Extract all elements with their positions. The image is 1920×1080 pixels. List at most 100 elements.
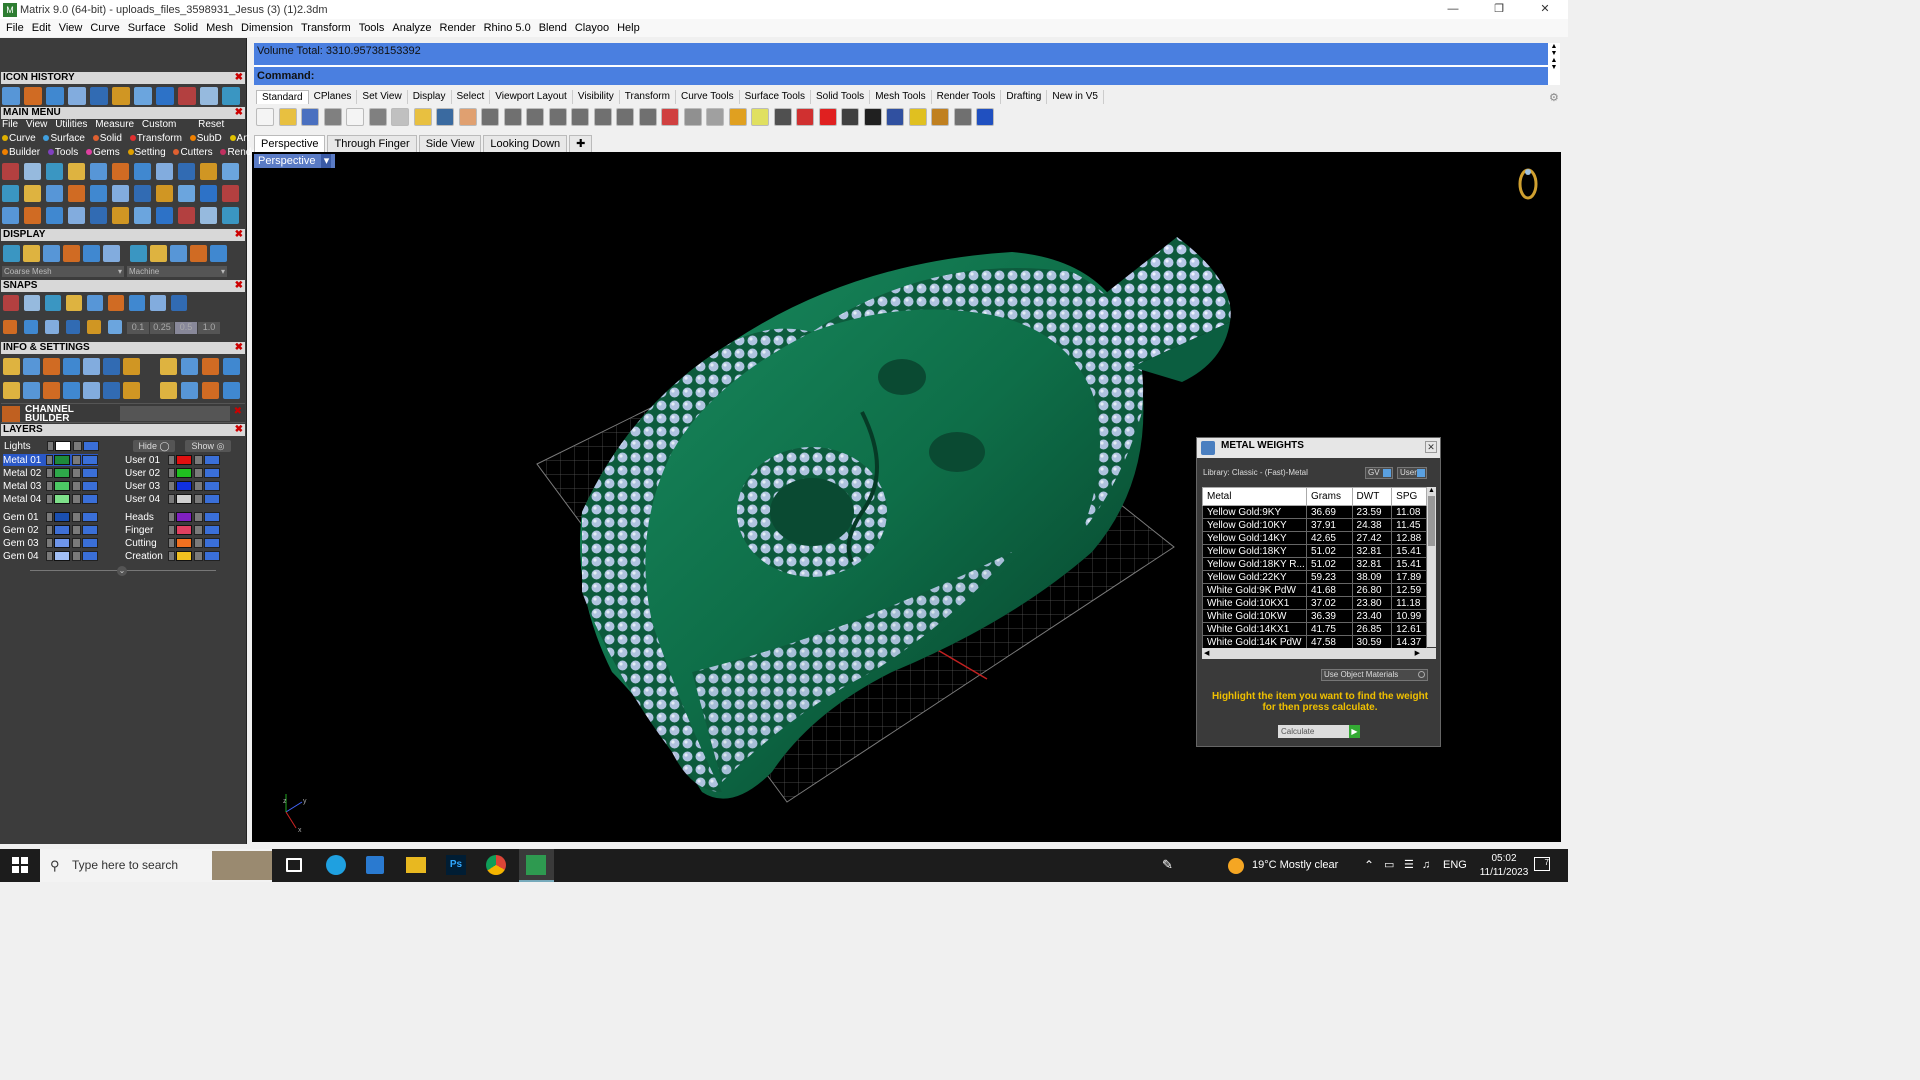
history-tool-icon-11[interactable]: [222, 87, 240, 105]
col-dwt[interactable]: DWT: [1351, 487, 1393, 506]
layer-color-swatch[interactable]: [176, 455, 192, 465]
history-tool-icon-6[interactable]: [112, 87, 130, 105]
standard-tool-icon-16[interactable]: [593, 108, 612, 126]
tab-side-view[interactable]: Side View: [418, 135, 482, 152]
expand-layers-icon[interactable]: ⌄: [117, 566, 127, 576]
display-shade-icon-5[interactable]: [210, 245, 227, 262]
lock-icon[interactable]: [194, 538, 203, 548]
info-tool-icon-1[interactable]: [3, 358, 20, 375]
main-menu-measure[interactable]: Measure: [95, 119, 134, 130]
standard-tool-icon-6[interactable]: [368, 108, 387, 126]
layer-expand-arrow[interactable]: [168, 538, 175, 548]
layer-visibility-toggle[interactable]: [82, 551, 98, 561]
layer-color-swatch[interactable]: [54, 468, 70, 478]
standard-tool-icon-1[interactable]: [256, 108, 274, 126]
main-tool-row3-icon-3[interactable]: [46, 207, 63, 224]
standard-tool-icon-5[interactable]: [346, 108, 364, 126]
layer-expand-arrow[interactable]: [168, 525, 175, 535]
tab-new-in-v5[interactable]: New in V5: [1047, 90, 1104, 104]
layer-expand-arrow[interactable]: [46, 481, 53, 491]
layer-color-swatch[interactable]: [54, 512, 70, 522]
tab-viewport-layout[interactable]: Viewport Layout: [490, 90, 573, 104]
layer-expand-arrow[interactable]: [46, 551, 53, 561]
lock-icon[interactable]: [194, 512, 203, 522]
main-menu-view[interactable]: View: [26, 119, 48, 130]
lights-layer[interactable]: Lights: [4, 440, 99, 452]
layer-expand-arrow[interactable]: [168, 551, 175, 561]
menu-edit[interactable]: Edit: [28, 22, 55, 34]
main-tool-icon-8[interactable]: [156, 163, 173, 180]
close-icon[interactable]: ✖: [235, 424, 243, 436]
main-menu-tools[interactable]: Tools: [47, 147, 78, 158]
main-tool-row3-icon-6[interactable]: [112, 207, 129, 224]
main-menu-surface[interactable]: Surface: [43, 133, 85, 144]
tab-curve-tools[interactable]: Curve Tools: [676, 90, 740, 104]
tab-mesh-tools[interactable]: Mesh Tools: [870, 90, 932, 104]
standard-tool-icon-32[interactable]: [953, 108, 972, 126]
tab-surface-tools[interactable]: Surface Tools: [740, 90, 811, 104]
hide-layers-button[interactable]: Hide ◯: [133, 440, 175, 452]
history-tool-icon-10[interactable]: [200, 87, 218, 105]
layer-color-swatch[interactable]: [54, 481, 70, 491]
snap-icon-3[interactable]: [45, 295, 61, 311]
standard-tool-icon-7[interactable]: [391, 108, 409, 126]
main-menu-solid[interactable]: Solid: [92, 133, 122, 144]
layer-row[interactable]: User 03: [125, 480, 220, 492]
main-tool-row2-icon-11[interactable]: [222, 185, 239, 202]
minimize-button[interactable]: —: [1430, 0, 1476, 19]
layer-expand-arrow[interactable]: [168, 468, 175, 478]
main-tool-icon-11[interactable]: [222, 163, 239, 180]
task-view-icon[interactable]: [286, 858, 302, 872]
metal-weights-title-bar[interactable]: METAL WEIGHTS ✕: [1197, 438, 1440, 458]
standard-tool-icon-17[interactable]: [616, 108, 634, 126]
main-menu-subd[interactable]: SubD: [189, 133, 222, 144]
info-tool-row2-icon-1[interactable]: [3, 382, 20, 399]
use-object-materials-toggle[interactable]: Use Object Materials: [1321, 669, 1428, 681]
main-tool-icon-6[interactable]: [112, 163, 129, 180]
standard-tool-icon-14[interactable]: [548, 108, 567, 126]
table-row[interactable]: White Gold:14KX1 41.75 26.85 12.61: [1202, 622, 1427, 636]
menu-clayoo[interactable]: Clayoo: [571, 22, 613, 34]
info-tool-row2-icon-7[interactable]: [123, 382, 140, 399]
chevron-up-icon[interactable]: ⌃: [1364, 849, 1374, 882]
standard-tool-icon-27[interactable]: [841, 108, 859, 126]
layer-row[interactable]: User 01: [125, 454, 220, 466]
standard-tool-icon-4[interactable]: [323, 108, 342, 126]
command-scrollbar[interactable]: ▲ ▼ ▲ ▼: [1548, 43, 1560, 85]
close-icon[interactable]: ✖: [235, 229, 243, 241]
menu-solid[interactable]: Solid: [170, 22, 202, 34]
main-tool-row3-icon-11[interactable]: [222, 207, 239, 224]
display-mode-icon-3[interactable]: [43, 245, 60, 262]
main-tool-icon-3[interactable]: [46, 163, 63, 180]
windows-start-icon[interactable]: [12, 857, 28, 873]
main-tool-row2-icon-3[interactable]: [46, 185, 63, 202]
standard-tool-icon-9[interactable]: [436, 108, 454, 126]
ring-orientation-icon[interactable]: [1518, 168, 1538, 200]
lock-icon[interactable]: [194, 494, 203, 504]
gear-icon[interactable]: ⚙: [1549, 91, 1559, 104]
add-view-tab-icon[interactable]: ✚: [569, 135, 593, 152]
snap-icon-5[interactable]: [87, 295, 103, 311]
menu-blend[interactable]: Blend: [535, 22, 571, 34]
main-tool-row2-icon-7[interactable]: [134, 185, 151, 202]
lock-icon[interactable]: [72, 455, 81, 465]
history-tool-icon-2[interactable]: [24, 87, 42, 105]
file-explorer-icon[interactable]: [406, 857, 426, 873]
menu-file[interactable]: File: [2, 22, 28, 34]
info-tool-row2-icon-6[interactable]: [103, 382, 120, 399]
table-row[interactable]: Yellow Gold:9KY 36.69 23.59 11.08: [1202, 505, 1427, 519]
info-tool-icon-7[interactable]: [123, 358, 140, 375]
layer-row[interactable]: Gem 03: [3, 537, 98, 549]
standard-tool-icon-30[interactable]: [908, 108, 927, 126]
snap-icon-7[interactable]: [129, 295, 145, 311]
photoshop-icon[interactable]: Ps: [446, 855, 466, 875]
channel-builder-field[interactable]: [120, 406, 230, 421]
settings-tool-row2-icon-2[interactable]: [181, 382, 198, 399]
layer-row[interactable]: Gem 04: [3, 550, 98, 562]
settings-tool-icon-1[interactable]: [160, 358, 177, 375]
info-tool-row2-icon-2[interactable]: [23, 382, 40, 399]
main-tool-icon-2[interactable]: [24, 163, 41, 180]
main-menu-curve[interactable]: Curve: [2, 133, 36, 144]
snap-value-0-5[interactable]: 0.5: [175, 322, 197, 334]
settings-tool-row2-icon-3[interactable]: [202, 382, 219, 399]
